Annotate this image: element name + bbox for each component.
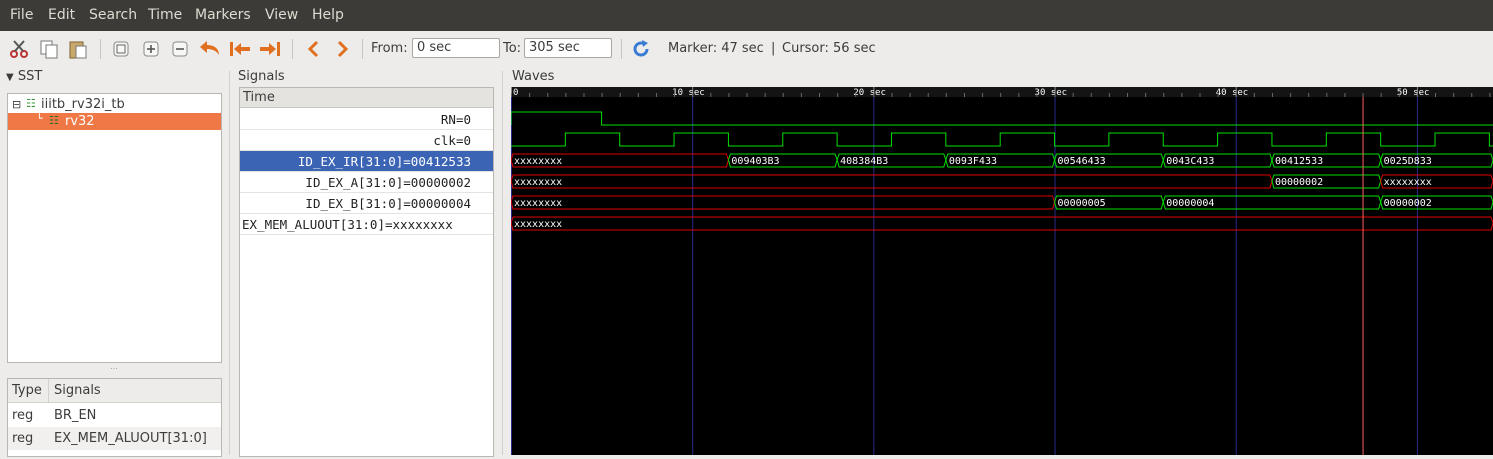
signal-value: =00000002 — [403, 175, 471, 190]
bus-value-label: 00000005 — [1058, 198, 1106, 209]
cut-icon[interactable] — [6, 37, 32, 61]
zoom-out-icon[interactable] — [167, 37, 193, 61]
bus-value-label: 0043C433 — [1166, 156, 1214, 167]
waves-title: Waves — [512, 69, 555, 84]
from-input[interactable]: 0 sec — [412, 38, 500, 58]
bus-value-label: 00000002 — [1275, 177, 1323, 188]
hierarchy-icon: ☷ — [26, 97, 36, 110]
go-start-icon[interactable] — [227, 37, 253, 61]
sst-title: SST — [17, 69, 43, 84]
signal-row-id-ex-b[interactable]: ID_EX_B[31:0]=00000004 — [240, 193, 493, 214]
bus-value-label: 0025D833 — [1384, 156, 1432, 167]
next-icon[interactable] — [330, 37, 356, 61]
signal-name: EX_MEM_ALUOUT[31:0] — [242, 217, 385, 232]
signal-name: ID_EX_B[31:0] — [305, 196, 404, 211]
menu-time[interactable]: Time — [148, 7, 182, 23]
pane-divider[interactable] — [229, 71, 230, 455]
signal-value: =00412533 — [403, 154, 471, 169]
bus-value-label: 408384B3 — [840, 156, 888, 167]
signal-row-id-ex-ir[interactable]: ID_EX_IR[31:0]=00412533 — [240, 151, 493, 172]
to-input[interactable]: 305 sec — [524, 38, 612, 58]
bus-value-label: 00412533 — [1275, 156, 1323, 167]
wave-background — [511, 87, 1493, 455]
signal-name: ID_EX_A[31:0] — [305, 175, 404, 190]
waveform-view[interactable]: 0 10 sec 20 sec 30 sec 40 sec 50 sec xxxxxxxx 0… — [510, 87, 1493, 455]
tree-item-rv32[interactable]: └ ☷ rv32 — [8, 112, 221, 130]
bus-value-label: xxxxxxxx — [1384, 177, 1432, 188]
menu-markers[interactable]: Markers — [195, 7, 251, 23]
zoom-in-icon[interactable] — [138, 37, 164, 61]
ruler-label: 50 sec — [1397, 88, 1430, 98]
status-separator: | — [771, 41, 776, 56]
bus-value-label: xxxxxxxx — [514, 177, 562, 188]
ruler-label: 0 — [513, 88, 518, 98]
collapse-arrow-icon[interactable]: ▼ — [6, 72, 14, 83]
time-ruler — [511, 87, 1493, 97]
signals-list: Time RN=0 clk=0 ID_EX_IR[31:0]=00412533 … — [239, 87, 494, 457]
table-row[interactable]: reg EX_MEM_ALUOUT[31:0] — [8, 427, 221, 450]
bus-value-label: xxxxxxxx — [514, 198, 562, 209]
sst-header[interactable]: ▼ SST — [6, 69, 42, 84]
sst-tree: ⊟ ☷ iiitb_rv32i_tb └ ☷ rv32 — [7, 93, 222, 363]
bus-value-label: 00000004 — [1166, 198, 1214, 209]
go-end-icon[interactable] — [257, 37, 283, 61]
table-row[interactable]: reg BR_EN — [8, 404, 221, 427]
menu-edit[interactable]: Edit — [48, 7, 75, 23]
tree-expander-icon[interactable]: ⊟ — [12, 96, 21, 113]
signals-time-header: Time — [240, 88, 493, 108]
bus-value-label: 009403B3 — [731, 156, 779, 167]
pane-resize-handle[interactable]: ⋯ — [110, 364, 118, 373]
signal-value: =0 — [455, 112, 471, 127]
ruler-label: 10 sec — [672, 88, 705, 98]
bus-value-label: 0093F433 — [949, 156, 997, 167]
signal-value: =0 — [455, 133, 471, 148]
undo-zoom-icon[interactable] — [197, 37, 223, 61]
row-signal: BR_EN — [54, 408, 97, 423]
bus-value-label: xxxxxxxx — [514, 156, 562, 167]
menu-help[interactable]: Help — [312, 7, 344, 23]
signal-name: RN — [440, 112, 456, 127]
row-signal: EX_MEM_ALUOUT[31:0] — [54, 431, 207, 446]
signal-value: =00000004 — [403, 196, 471, 211]
ruler-label: 40 sec — [1216, 88, 1249, 98]
menu-file[interactable]: File — [10, 7, 33, 23]
menu-bar: File Edit Search Time Markers View Help — [0, 0, 1493, 31]
signal-row-clk[interactable]: clk=0 — [240, 130, 493, 151]
pane-divider[interactable] — [502, 71, 503, 455]
bus-value-label: xxxxxxxx — [514, 219, 562, 230]
from-label: From: — [371, 41, 408, 56]
bus-value-label: 00546433 — [1058, 156, 1106, 167]
copy-icon[interactable] — [36, 37, 62, 61]
tree-branch-icon: └ — [36, 112, 43, 125]
ruler-label: 20 sec — [853, 88, 886, 98]
toolbar: From: 0 sec To: 305 sec Marker: 47 sec |… — [0, 31, 1493, 67]
hierarchy-icon: ☷ — [49, 114, 59, 127]
menu-search[interactable]: Search — [89, 7, 137, 23]
tree-item-label: iiitb_rv32i_tb — [41, 97, 125, 112]
signal-row-id-ex-a[interactable]: ID_EX_A[31:0]=00000002 — [240, 172, 493, 193]
zoom-fit-icon[interactable] — [108, 37, 134, 61]
waveform-canvas[interactable]: 0 10 sec 20 sec 30 sec 40 sec 50 sec xxxxxxxx 0… — [510, 87, 1493, 455]
signal-type-table: Type Signals reg BR_EN reg EX_MEM_ALUOUT… — [7, 378, 222, 457]
paste-icon[interactable] — [65, 37, 91, 61]
signal-name: ID_EX_IR[31:0] — [297, 154, 404, 169]
signal-value: =xxxxxxxx — [385, 217, 453, 232]
menu-view[interactable]: View — [265, 7, 298, 23]
to-label: To: — [503, 41, 522, 56]
prev-icon[interactable] — [300, 37, 326, 61]
row-type: reg — [12, 408, 34, 423]
tree-item-label: rv32 — [65, 114, 95, 129]
bus-value-label: 00000002 — [1384, 198, 1432, 209]
column-header-signals[interactable]: Signals — [49, 379, 221, 403]
ruler-label: 30 sec — [1035, 88, 1068, 98]
signal-name: clk — [433, 133, 456, 148]
signal-row-ex-mem-aluout[interactable]: EX_MEM_ALUOUT[31:0]=xxxxxxxx — [240, 214, 493, 235]
reload-icon[interactable] — [628, 37, 654, 61]
column-header-type[interactable]: Type — [8, 379, 49, 403]
row-type: reg — [12, 431, 34, 446]
cursor-readout: Cursor: 56 sec — [782, 41, 876, 56]
signal-row-rn[interactable]: RN=0 — [240, 109, 493, 130]
marker-readout: Marker: 47 sec — [668, 41, 764, 56]
signals-title: Signals — [238, 69, 285, 84]
